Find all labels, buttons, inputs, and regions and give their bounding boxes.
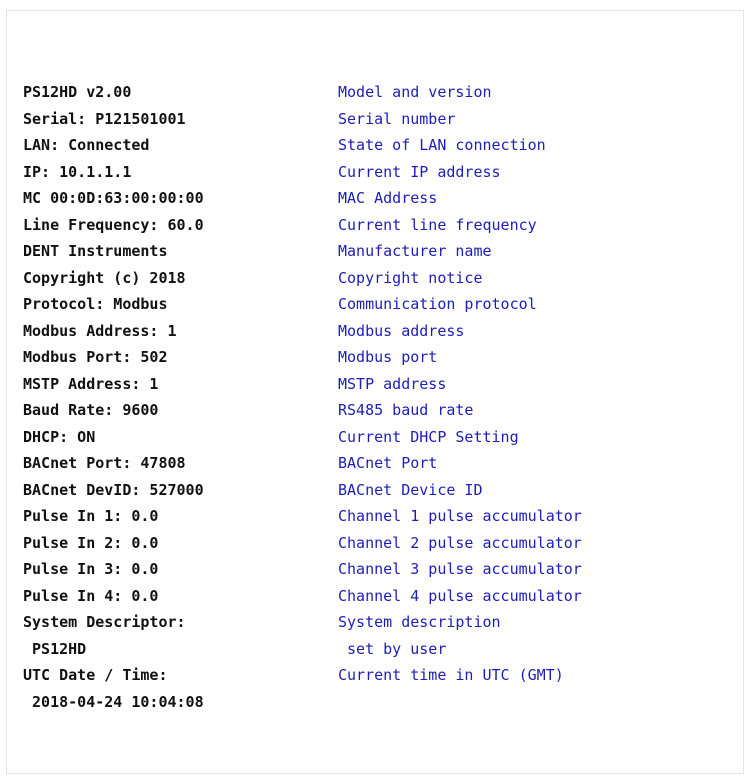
info-description: System description — [338, 613, 501, 631]
info-description: Copyright notice — [338, 268, 483, 287]
info-description: MSTP address — [338, 374, 447, 393]
info-value: Pulse In 2: 0.0 — [23, 533, 159, 552]
info-description: State of LAN connection — [338, 136, 546, 154]
info-row-mstp-address: MSTP Address: 1 MSTP address — [23, 371, 738, 398]
info-value: BACnet Port: 47808 — [23, 454, 186, 472]
info-row-dhcp: DHCP: ON Current DHCP Setting — [23, 424, 738, 451]
info-value: UTC Date / Time: — [23, 666, 168, 684]
info-row-copyright: Copyright (c) 2018 Copyright notice — [23, 265, 738, 292]
info-row-manufacturer: DENT Instruments Manufacturer name — [23, 238, 738, 265]
info-row-mac: MC 00:0D:63:00:00:00 MAC Address — [23, 185, 738, 212]
info-row-pulse-in-4: Pulse In 4: 0.0 Channel 4 pulse accumula… — [23, 583, 738, 610]
info-description: Manufacturer name — [338, 242, 492, 260]
info-value: BACnet DevID: 527000 — [23, 480, 204, 499]
info-description: Serial number — [338, 109, 456, 128]
info-row-modbus-address: Modbus Address: 1 Modbus address — [23, 318, 738, 345]
info-row-bacnet-devid: BACnet DevID: 527000 BACnet Device ID — [23, 477, 738, 504]
info-value: DENT Instruments — [23, 242, 168, 260]
info-row-model: PS12HD v2.00 Model and version — [23, 79, 738, 106]
info-row-ip: IP: 10.1.1.1 Current IP address — [23, 159, 738, 186]
info-value: Modbus Address: 1 — [23, 321, 177, 340]
info-description: BACnet Device ID — [338, 480, 483, 499]
info-value: 2018-04-24 10:04:08 — [23, 692, 204, 711]
info-description: Channel 2 pulse accumulator — [338, 533, 582, 552]
info-row-line-frequency: Line Frequency: 60.0 Current line freque… — [23, 212, 738, 239]
info-row-pulse-in-1: Pulse In 1: 0.0 Channel 1 pulse accumula… — [23, 503, 738, 530]
info-description: Current IP address — [338, 162, 501, 181]
info-row-bacnet-port: BACnet Port: 47808 BACnet Port — [23, 450, 738, 477]
info-value: Pulse In 3: 0.0 — [23, 560, 159, 578]
info-row-utc-date-time-value: 2018-04-24 10:04:08 — [23, 689, 738, 716]
info-value: Modbus Port: 502 — [23, 348, 168, 366]
info-row-pulse-in-3: Pulse In 3: 0.0 Channel 3 pulse accumula… — [23, 556, 738, 583]
info-value: Line Frequency: 60.0 — [23, 215, 204, 234]
info-description: MAC Address — [338, 189, 438, 207]
info-row-system-descriptor-value: PS12HD set by user — [23, 636, 738, 663]
info-row-protocol: Protocol: Modbus Communication protocol — [23, 291, 738, 318]
info-value: Pulse In 1: 0.0 — [23, 507, 159, 525]
info-value: LAN: Connected — [23, 136, 150, 154]
info-description: Channel 3 pulse accumulator — [338, 560, 582, 578]
info-description: Model and version — [338, 83, 492, 101]
info-description: Channel 4 pulse accumulator — [338, 586, 582, 605]
info-row-lan: LAN: Connected State of LAN connection — [23, 132, 738, 159]
info-value: Serial: P121501001 — [23, 109, 186, 128]
info-description: Modbus port — [338, 348, 438, 366]
info-rows: PS12HD v2.00 Model and version Serial: P… — [23, 79, 738, 715]
info-value: MSTP Address: 1 — [23, 374, 159, 393]
info-description: RS485 baud rate — [338, 401, 474, 419]
info-description: Current time in UTC (GMT) — [338, 666, 564, 684]
info-description: Current line frequency — [338, 215, 537, 234]
info-value: PS12HD — [23, 639, 87, 658]
info-value: System Descriptor: — [23, 613, 186, 631]
info-value: Protocol: Modbus — [23, 295, 168, 313]
info-value: DHCP: ON — [23, 427, 96, 446]
info-row-utc-date-time: UTC Date / Time: Current time in UTC (GM… — [23, 662, 738, 689]
info-description: BACnet Port — [338, 454, 438, 472]
info-description: Communication protocol — [338, 295, 537, 313]
info-value: IP: 10.1.1.1 — [23, 162, 132, 181]
info-value: MC 00:0D:63:00:00:00 — [23, 189, 204, 207]
info-row-baud-rate: Baud Rate: 9600 RS485 baud rate — [23, 397, 738, 424]
info-value: Baud Rate: 9600 — [23, 401, 159, 419]
info-description: set by user — [338, 639, 447, 658]
device-info-panel: PS12HD v2.00 Model and version Serial: P… — [6, 10, 744, 774]
info-row-modbus-port: Modbus Port: 502 Modbus port — [23, 344, 738, 371]
info-description: Modbus address — [338, 321, 465, 340]
info-value: Copyright (c) 2018 — [23, 268, 186, 287]
info-description: Current DHCP Setting — [338, 427, 519, 446]
info-row-pulse-in-2: Pulse In 2: 0.0 Channel 2 pulse accumula… — [23, 530, 738, 557]
info-row-system-descriptor: System Descriptor: System description — [23, 609, 738, 636]
info-row-serial: Serial: P121501001 Serial number — [23, 106, 738, 133]
info-value: Pulse In 4: 0.0 — [23, 586, 159, 605]
info-value: PS12HD v2.00 — [23, 83, 132, 101]
info-description: Channel 1 pulse accumulator — [338, 507, 582, 525]
